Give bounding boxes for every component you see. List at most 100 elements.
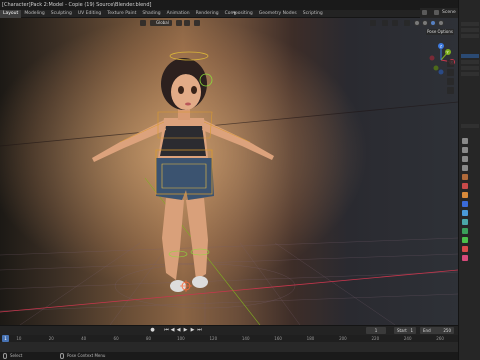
ruler-tick-label: 40 <box>81 336 87 341</box>
snap-icon[interactable] <box>184 20 190 26</box>
physics-properties-icon[interactable] <box>462 219 468 225</box>
viewport-header: Global <box>0 18 458 28</box>
timeline[interactable]: ● ⏮ ◀ ◀ ▶ ▶ ⏭ 1 Start 1 End 250 10 20 40 60… <box>0 325 458 353</box>
end-value: 250 <box>443 328 451 333</box>
xray-toggle-icon[interactable] <box>404 20 410 26</box>
mouse-left-icon <box>3 353 7 359</box>
start-frame-field[interactable]: Start 1 <box>394 327 416 334</box>
constraint-properties-icon[interactable] <box>462 228 468 234</box>
end-frame-field[interactable]: End 250 <box>420 327 454 334</box>
outliner-row[interactable] <box>461 60 479 64</box>
status-context-menu-label: Pose Context Menu <box>67 353 106 358</box>
ruler-tick-label: 120 <box>209 336 218 341</box>
zoom-icon[interactable] <box>447 60 454 67</box>
modifier-properties-icon[interactable] <box>462 201 468 207</box>
right-side-panel <box>458 0 480 360</box>
pan-hand-icon[interactable] <box>447 69 454 76</box>
ruler-tick-label: 200 <box>339 336 347 341</box>
gizmo-toggle-icon[interactable] <box>382 20 388 26</box>
visibility-icon[interactable] <box>370 20 376 26</box>
outliner-row[interactable] <box>461 34 479 38</box>
next-keyframe-icon[interactable]: ▶ <box>190 328 195 333</box>
ruler-tick-label: 160 <box>274 336 282 341</box>
3d-viewport[interactable]: Global Pose Options X Y Z <box>0 18 458 325</box>
workspace-tab-uv-editing[interactable]: UV Editing <box>75 10 104 18</box>
particle-properties-icon[interactable] <box>462 210 468 216</box>
ruler-tick-label: 180 <box>306 336 315 341</box>
camera-icon[interactable] <box>447 78 454 85</box>
pose-options-dropdown[interactable]: Pose Options <box>426 29 454 35</box>
perspective-grid-icon[interactable] <box>447 87 454 94</box>
workspace-tab-geometry-nodes[interactable]: Geometry Nodes <box>256 10 300 18</box>
end-label: End <box>423 328 431 333</box>
workspace-tab-modeling[interactable]: Modeling <box>21 10 47 18</box>
jump-start-icon[interactable]: ⏮ <box>164 328 169 333</box>
transform-orientation-dropdown[interactable]: Global <box>150 20 172 26</box>
object-properties-icon[interactable] <box>462 192 468 198</box>
outliner-row-selected[interactable] <box>461 54 479 58</box>
ruler-tick-label: 260 <box>436 336 444 341</box>
ruler-tick-label: 220 <box>371 336 380 341</box>
properties-header <box>461 124 479 128</box>
workspace-tab-texture-paint[interactable]: Texture Paint <box>104 10 139 18</box>
playback-controls: ● ⏮ ◀ ◀ ▶ ▶ ⏭ 1 Start 1 End 250 <box>0 326 458 335</box>
outliner-row[interactable] <box>461 66 479 70</box>
material-shading-icon[interactable] <box>430 20 436 26</box>
pivot-icon[interactable] <box>176 20 182 26</box>
output-properties-icon[interactable] <box>462 156 468 162</box>
workspace-tab-layout[interactable]: Layout <box>0 10 22 18</box>
data-properties-icon[interactable] <box>462 237 468 243</box>
transform-orientation-icon[interactable] <box>140 20 146 26</box>
prev-keyframe-icon[interactable]: ◀ <box>170 328 175 333</box>
ruler-tick-label: 60 <box>113 336 119 341</box>
overlay-toggle-icon[interactable] <box>392 20 398 26</box>
scene-selector[interactable]: Scene <box>420 8 458 18</box>
render-properties-icon[interactable] <box>462 147 468 153</box>
add-workspace-button[interactable]: + <box>232 10 237 18</box>
wireframe-shading-icon[interactable] <box>414 20 420 26</box>
play-icon[interactable]: ▶ <box>183 328 188 333</box>
ruler-tick-label: 80 <box>145 336 152 341</box>
ruler-tick-label: 10 <box>16 336 22 341</box>
outliner-row[interactable] <box>461 28 479 32</box>
ruler-tick-label: 240 <box>403 336 412 341</box>
workspace-tab-sculpting[interactable]: Sculpting <box>48 10 75 18</box>
status-bar: Select Pose Context Menu <box>0 352 458 360</box>
ruler-tick-label: 140 <box>241 336 250 341</box>
scene-name: Scene <box>442 10 456 15</box>
workspace-tab-rendering[interactable]: Rendering <box>193 10 222 18</box>
world-properties-icon[interactable] <box>462 183 468 189</box>
proportional-edit-icon[interactable] <box>194 20 200 26</box>
material-properties-icon[interactable] <box>462 246 468 252</box>
outliner-row[interactable] <box>461 22 479 26</box>
jump-end-icon[interactable]: ⏭ <box>197 328 202 333</box>
outliner-row[interactable] <box>461 72 479 76</box>
workspace-tab-scripting[interactable]: Scripting <box>300 10 326 18</box>
scene-properties-icon[interactable] <box>462 174 468 180</box>
status-select-label: Select <box>10 353 23 358</box>
ruler-tick-label: 100 <box>177 336 185 341</box>
workspace-tab-compositing[interactable]: Compositing <box>222 10 256 18</box>
mouse-right-icon <box>60 353 64 359</box>
floor-grid <box>0 237 458 325</box>
frame-ruler[interactable]: 10 20 40 60 80 100 120 140 160 180 200 220 240 260 <box>0 335 458 342</box>
view-layer-properties-icon[interactable] <box>462 165 468 171</box>
workspace-tabs: Layout Modeling Sculpting UV Editing Texture… <box>0 10 326 18</box>
workspace-tab-shading[interactable]: Shading <box>139 10 163 18</box>
solid-shading-icon[interactable] <box>422 20 428 26</box>
current-frame-field[interactable]: 1 <box>366 327 386 334</box>
tool-properties-icon[interactable] <box>462 138 468 144</box>
rendered-shading-icon[interactable] <box>438 20 444 26</box>
start-value: 1 <box>410 328 413 333</box>
workspace-bar: Layout Modeling Sculpting UV Editing Texture… <box>0 10 458 18</box>
scene-icon <box>422 10 427 15</box>
play-reverse-icon[interactable]: ◀ <box>176 328 181 333</box>
window-title: [Character]Pack 2:Model - Copie (19) Sou… <box>2 2 152 8</box>
start-label: Start <box>397 328 407 333</box>
playhead-indicator[interactable]: 1 <box>2 335 9 342</box>
record-icon[interactable]: ● <box>150 328 155 333</box>
pin-icon[interactable] <box>434 10 439 15</box>
workspace-tab-animation[interactable]: Animation <box>164 10 193 18</box>
texture-properties-icon[interactable] <box>462 255 468 261</box>
title-bar: [Character]Pack 2:Model - Copie (19) Sou… <box>0 0 480 10</box>
